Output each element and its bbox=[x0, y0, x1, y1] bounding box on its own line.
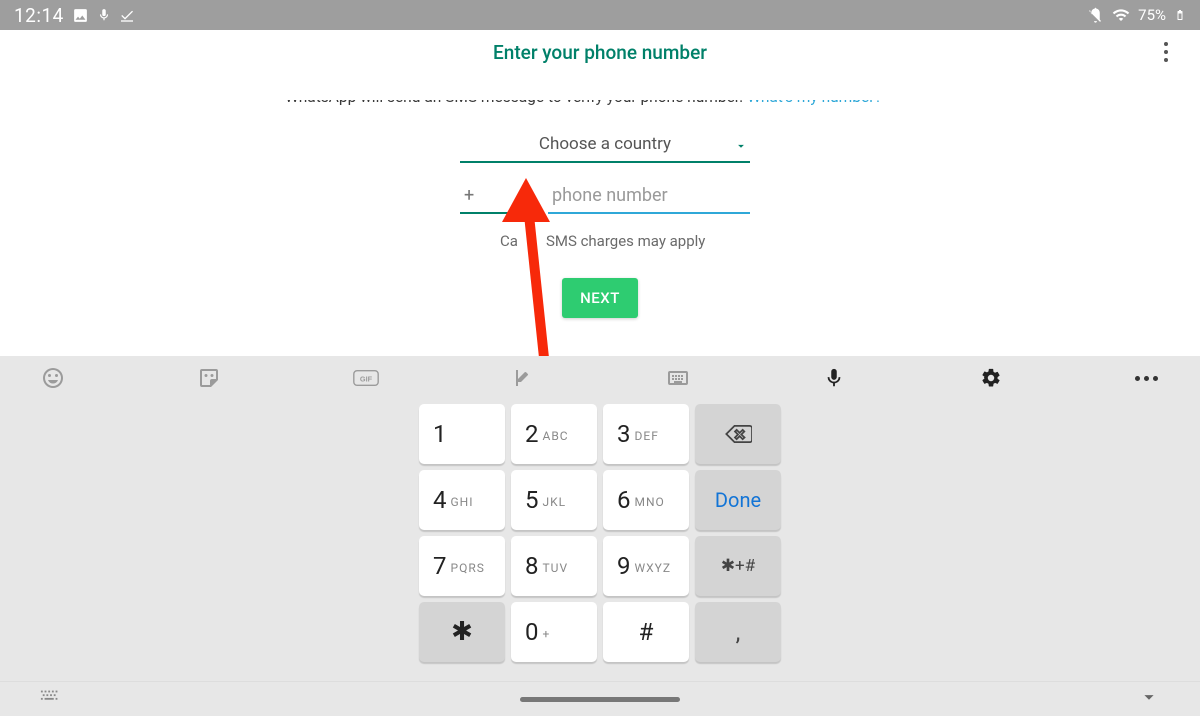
svg-text:GIF: GIF bbox=[359, 374, 372, 383]
page-title: Enter your phone number bbox=[493, 41, 707, 64]
key-done[interactable]: Done bbox=[695, 470, 781, 530]
keyboard-settings-icon[interactable] bbox=[974, 361, 1008, 395]
key-3[interactable]: 3DEF bbox=[603, 404, 689, 464]
phone-number-input[interactable]: phone number bbox=[548, 178, 750, 214]
battery-percent: 75% bbox=[1138, 6, 1166, 24]
key-symbols[interactable]: ✱+# bbox=[695, 536, 781, 596]
key-8[interactable]: 8TUV bbox=[511, 536, 597, 596]
key-1[interactable]: 1 bbox=[419, 404, 505, 464]
keyboard-mode-icon[interactable] bbox=[661, 361, 695, 395]
status-time: 12:14 bbox=[14, 4, 64, 27]
phone-placeholder: phone number bbox=[552, 185, 668, 206]
annotation-arrow-icon bbox=[502, 178, 550, 222]
gif-icon[interactable]: GIF bbox=[349, 361, 383, 395]
key-7[interactable]: 7PQRS bbox=[419, 536, 505, 596]
key-backspace[interactable] bbox=[695, 404, 781, 464]
emoji-icon[interactable] bbox=[36, 361, 70, 395]
soft-keyboard: GIF 1 2ABC 3DEF bbox=[0, 356, 1200, 681]
wifi-icon bbox=[1112, 6, 1130, 24]
battery-icon bbox=[1174, 6, 1186, 24]
key-0[interactable]: 0+ bbox=[511, 602, 597, 662]
annotation-arrow-line bbox=[522, 196, 550, 370]
download-complete-icon bbox=[119, 7, 135, 23]
navigation-bar bbox=[0, 681, 1200, 716]
hide-keyboard-icon[interactable] bbox=[1138, 686, 1160, 712]
country-label: Choose a country bbox=[539, 134, 671, 154]
next-button[interactable]: NEXT bbox=[562, 278, 638, 318]
key-9[interactable]: 9WXYZ bbox=[603, 536, 689, 596]
plus-prefix: + bbox=[464, 185, 474, 206]
key-star[interactable]: ✱ bbox=[419, 602, 505, 662]
mic-icon bbox=[97, 8, 111, 22]
status-bar: 12:14 75% bbox=[0, 0, 1200, 30]
mute-icon bbox=[1087, 7, 1104, 24]
handwriting-icon[interactable] bbox=[505, 361, 539, 395]
image-icon bbox=[72, 7, 89, 24]
overflow-menu-button[interactable] bbox=[1156, 34, 1176, 70]
sticker-icon[interactable] bbox=[192, 361, 226, 395]
keyboard-more-icon[interactable] bbox=[1130, 361, 1164, 395]
keyboard-toolbar: GIF bbox=[0, 356, 1200, 400]
app-header: Enter your phone number bbox=[0, 30, 1200, 74]
key-6[interactable]: 6MNO bbox=[603, 470, 689, 530]
voice-input-icon[interactable] bbox=[817, 361, 851, 395]
key-5[interactable]: 5JKL bbox=[511, 470, 597, 530]
gesture-handle[interactable] bbox=[520, 697, 680, 702]
keypad: 1 2ABC 3DEF 4GHI 5JKL 6MNO Done 7PQRS 8T… bbox=[0, 400, 1200, 662]
country-selector[interactable]: Choose a country bbox=[460, 127, 750, 163]
key-4[interactable]: 4GHI bbox=[419, 470, 505, 530]
key-2[interactable]: 2ABC bbox=[511, 404, 597, 464]
dropdown-caret-icon bbox=[734, 138, 748, 158]
key-hash[interactable]: # bbox=[603, 602, 689, 662]
next-button-label: NEXT bbox=[580, 289, 620, 307]
key-comma[interactable]: , bbox=[695, 602, 781, 662]
